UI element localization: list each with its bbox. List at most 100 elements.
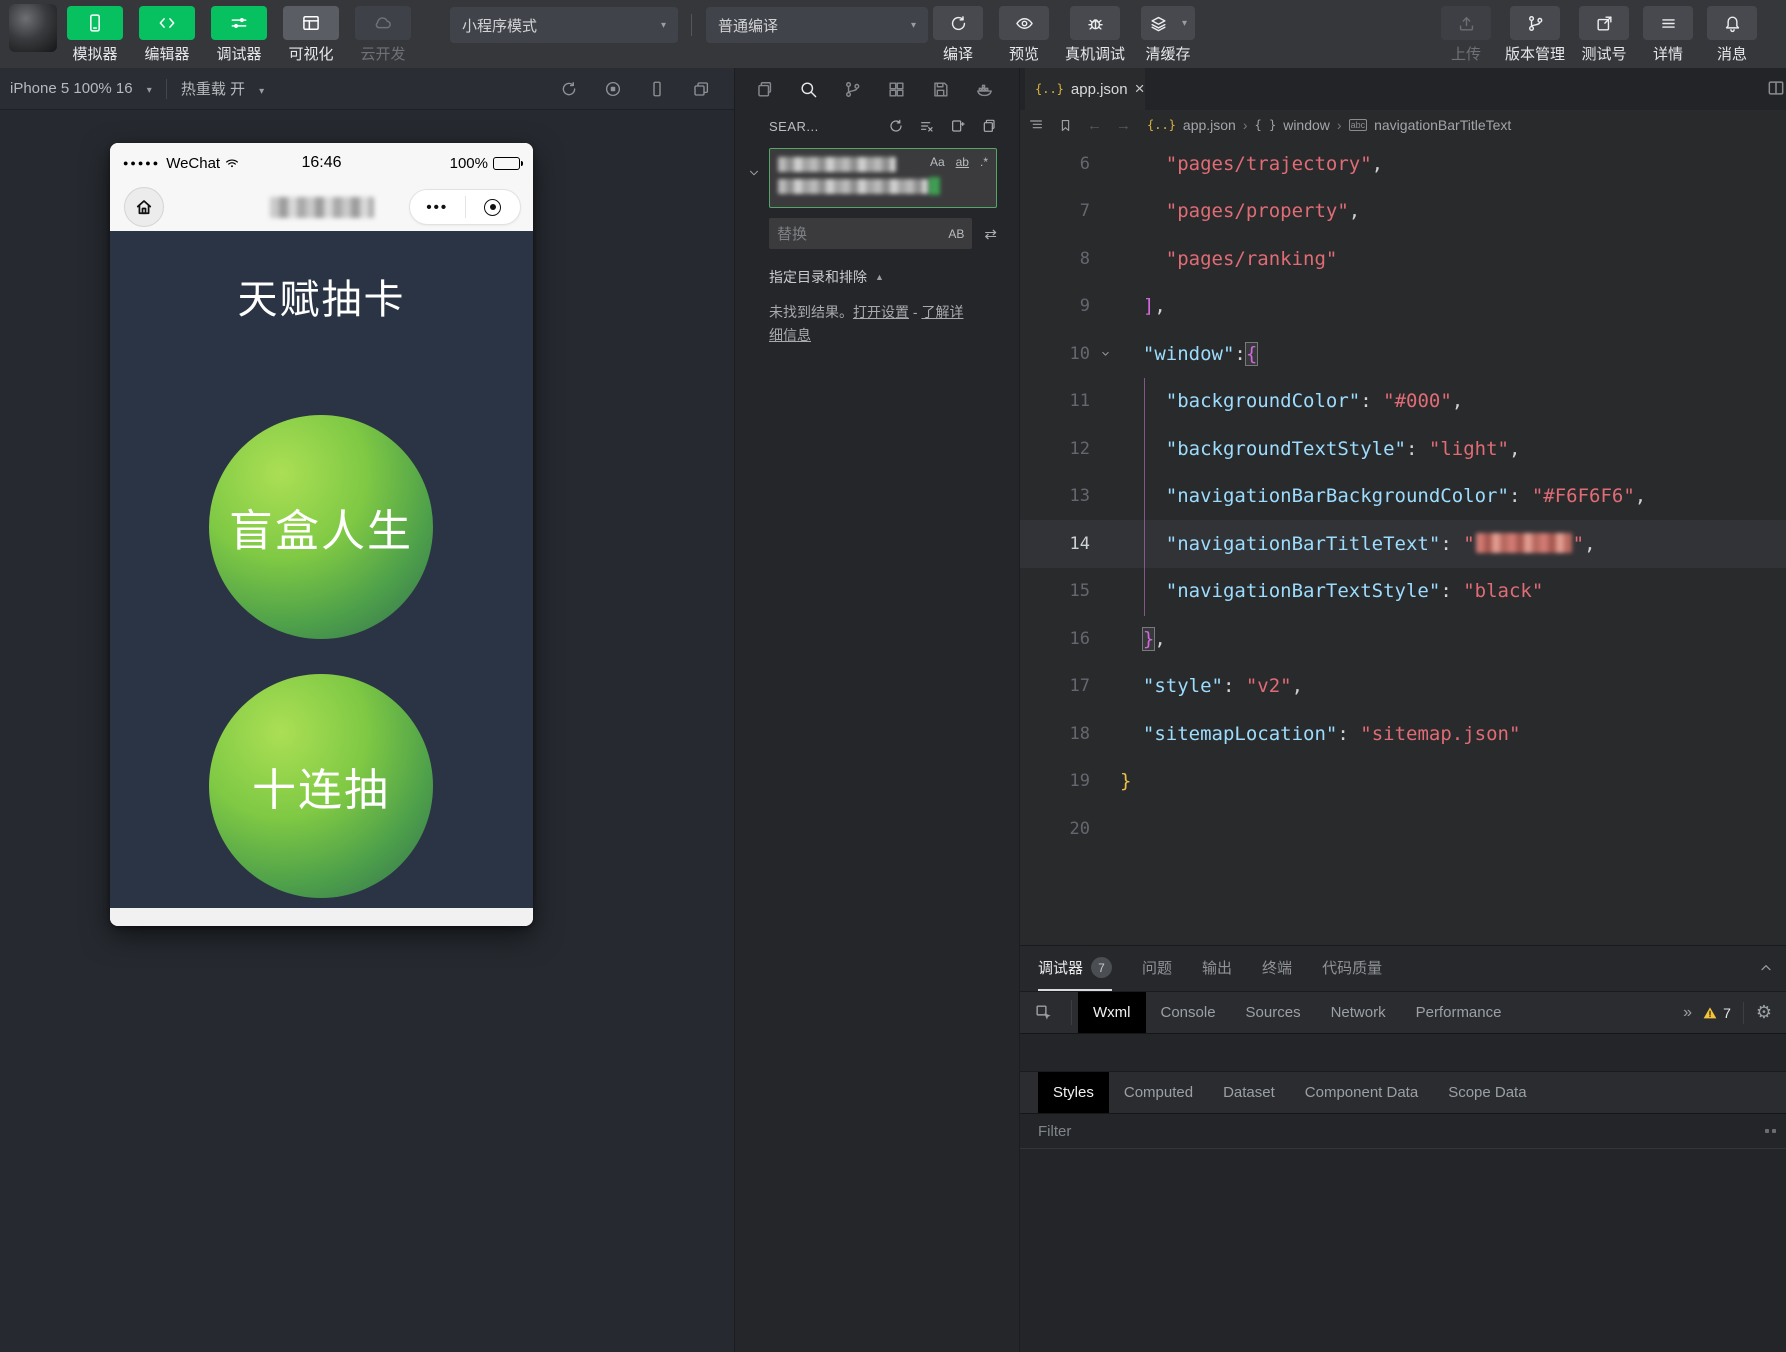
extensions-icon[interactable] <box>887 80 906 99</box>
code-line-8[interactable]: 8 "pages/ranking" <box>1020 235 1786 283</box>
collapse-results-icon[interactable] <box>981 118 997 134</box>
devtools-tab-performance[interactable]: Performance <box>1401 992 1517 1033</box>
devtools-tab-console[interactable]: Console <box>1146 992 1231 1033</box>
toolbar-test-account-button[interactable] <box>1579 6 1629 40</box>
close-target-icon[interactable] <box>466 199 521 216</box>
toolbar-preview-button[interactable] <box>999 6 1049 40</box>
debugger-tab-问题[interactable]: 问题 <box>1142 946 1172 991</box>
filter-input[interactable]: Filter <box>1038 1123 1071 1140</box>
code-line-6[interactable]: 6 "pages/trajectory", <box>1020 140 1786 188</box>
toggle-replace-chevron-icon[interactable] <box>747 166 761 180</box>
toolbar-debugger-button[interactable] <box>211 6 267 40</box>
inspector-tab-dataset[interactable]: Dataset <box>1208 1072 1290 1113</box>
fold-chevron-icon[interactable] <box>1099 347 1112 360</box>
circle-button-2[interactable]: 十连抽 <box>209 674 433 898</box>
code-line-15[interactable]: 15 "navigationBarTextStyle": "black" <box>1020 568 1786 616</box>
bookmark-icon[interactable] <box>1058 118 1073 133</box>
container-icon[interactable] <box>975 80 994 99</box>
files-include-toggle[interactable]: 指定目录和排除 ▲ <box>769 267 997 287</box>
device-selector[interactable]: iPhone 5 100% 16 ▾ <box>10 80 152 97</box>
toolbar-visualizer-button[interactable] <box>283 6 339 40</box>
refresh-search-icon[interactable] <box>888 118 904 134</box>
code-line-13[interactable]: 13 "navigationBarBackgroundColor": "#F6F… <box>1020 473 1786 521</box>
inspector-tab-scope-data[interactable]: Scope Data <box>1433 1072 1541 1113</box>
open-settings-link[interactable]: 打开设置 <box>853 304 909 320</box>
warning-counter[interactable]: 7 <box>1702 1005 1731 1021</box>
code-line-16[interactable]: 16 }, <box>1020 615 1786 663</box>
device-frame-icon[interactable] <box>648 80 666 98</box>
code-line-10[interactable]: 10 "window":{ <box>1020 330 1786 378</box>
toolbar-compile-button[interactable] <box>933 6 983 40</box>
toolbar-cloud-dev-button[interactable] <box>355 6 411 40</box>
split-editor-icon[interactable] <box>1766 78 1786 98</box>
search-icon[interactable] <box>799 80 818 99</box>
storage-icon[interactable] <box>931 80 950 99</box>
replace-input[interactable]: 替换 AB <box>769 218 972 249</box>
debugger-tab-终端[interactable]: 终端 <box>1262 946 1292 991</box>
inspect-element-icon[interactable] <box>1020 992 1065 1033</box>
search-input[interactable]: Aa ab .* <box>769 148 997 208</box>
toolbar-messages-button[interactable] <box>1707 6 1757 40</box>
inspector-tab-styles[interactable]: Styles <box>1038 1072 1109 1113</box>
preserve-case-toggle[interactable]: AB <box>948 227 964 241</box>
cloud-icon <box>373 13 393 33</box>
gear-icon[interactable]: ⚙ <box>1756 1002 1772 1023</box>
devtools-tab-wxml[interactable]: Wxml <box>1078 992 1146 1033</box>
home-button[interactable] <box>124 187 164 227</box>
code-line-18[interactable]: 18 "sitemapLocation": "sitemap.json" <box>1020 710 1786 758</box>
more-tabs-icon[interactable]: » <box>1683 1004 1690 1022</box>
debugger-tab-代码质量[interactable]: 代码质量 <box>1322 946 1382 991</box>
code-editor[interactable]: 6 "pages/trajectory",7 "pages/property",… <box>1020 140 1786 945</box>
multi-window-icon[interactable] <box>692 80 710 98</box>
tab-app-json[interactable]: {..} app.json × <box>1025 68 1145 110</box>
inspector-tab-component-data[interactable]: Component Data <box>1290 1072 1433 1113</box>
screenshot-record-icon[interactable] <box>604 80 622 98</box>
close-icon[interactable]: × <box>1135 79 1145 99</box>
outline-icon[interactable] <box>1028 117 1044 133</box>
devtools-tab-sources[interactable]: Sources <box>1231 992 1316 1033</box>
match-case-toggle[interactable]: Aa <box>928 155 947 169</box>
code-line-11[interactable]: 11 "backgroundColor": "#000", <box>1020 378 1786 426</box>
pages-icon[interactable] <box>755 80 774 99</box>
inspector-tab-computed[interactable]: Computed <box>1109 1072 1208 1113</box>
debugger-tab-调试器[interactable]: 调试器7 <box>1038 946 1112 991</box>
code-line-17[interactable]: 17 "style": "v2", <box>1020 663 1786 711</box>
mode-dropdown[interactable]: 小程序模式 ▾ <box>450 7 678 43</box>
code-line-9[interactable]: 9 ], <box>1020 283 1786 331</box>
styles-options-icon[interactable] <box>1765 1129 1776 1133</box>
devtools-tab-network[interactable]: Network <box>1316 992 1401 1033</box>
toolbar-clear-cache-button[interactable]: ▾ <box>1141 6 1195 40</box>
code-line-19[interactable]: 19} <box>1020 758 1786 806</box>
code-line-12[interactable]: 12 "backgroundTextStyle": "light", <box>1020 425 1786 473</box>
toolbar-simulator-button[interactable] <box>67 6 123 40</box>
debugger-tab-输出[interactable]: 输出 <box>1202 946 1232 991</box>
regex-toggle[interactable]: .* <box>978 155 990 169</box>
wechat-capsule-menu[interactable]: ••• <box>409 189 521 225</box>
avatar[interactable] <box>9 4 57 52</box>
hot-reload-toggle[interactable]: 热重载 开 ▾ <box>181 78 264 99</box>
toolbar-version-control-button[interactable] <box>1510 6 1560 40</box>
clear-search-results-icon[interactable] <box>919 118 935 134</box>
element-tree-area[interactable] <box>1020 1033 1786 1071</box>
replace-all-icon[interactable]: ⇄ <box>984 225 997 243</box>
compile-mode-dropdown[interactable]: 普通编译 ▾ <box>706 7 928 43</box>
more-menu-icon[interactable]: ••• <box>410 199 465 216</box>
code-text: "navigationBarBackgroundColor": "#F6F6F6… <box>1120 485 1646 507</box>
code-line-20[interactable]: 20 <box>1020 805 1786 853</box>
toolbar-preview-label: 预览 <box>1009 43 1039 64</box>
breadcrumb[interactable]: {..} app.json › { } window › abc navigat… <box>1147 117 1511 133</box>
back-arrow-icon[interactable]: ← <box>1087 117 1102 134</box>
code-line-7[interactable]: 7 "pages/property", <box>1020 188 1786 236</box>
toolbar-details-button[interactable] <box>1643 6 1693 40</box>
collapse-panel-icon[interactable] <box>1758 960 1774 976</box>
toolbar-device-debug-button[interactable] <box>1070 6 1120 40</box>
restart-simulator-icon[interactable] <box>560 80 578 98</box>
code-line-14[interactable]: 14 "navigationBarTitleText": "", <box>1020 520 1786 568</box>
toolbar-editor-button[interactable] <box>139 6 195 40</box>
whole-word-toggle[interactable]: ab <box>954 155 971 169</box>
source-control-icon[interactable] <box>843 80 862 99</box>
circle-button-1[interactable]: 盲盒人生 <box>209 415 433 639</box>
open-in-editor-icon[interactable] <box>950 118 966 134</box>
forward-arrow-icon[interactable]: → <box>1116 117 1131 134</box>
toolbar-upload-button[interactable] <box>1441 6 1491 40</box>
